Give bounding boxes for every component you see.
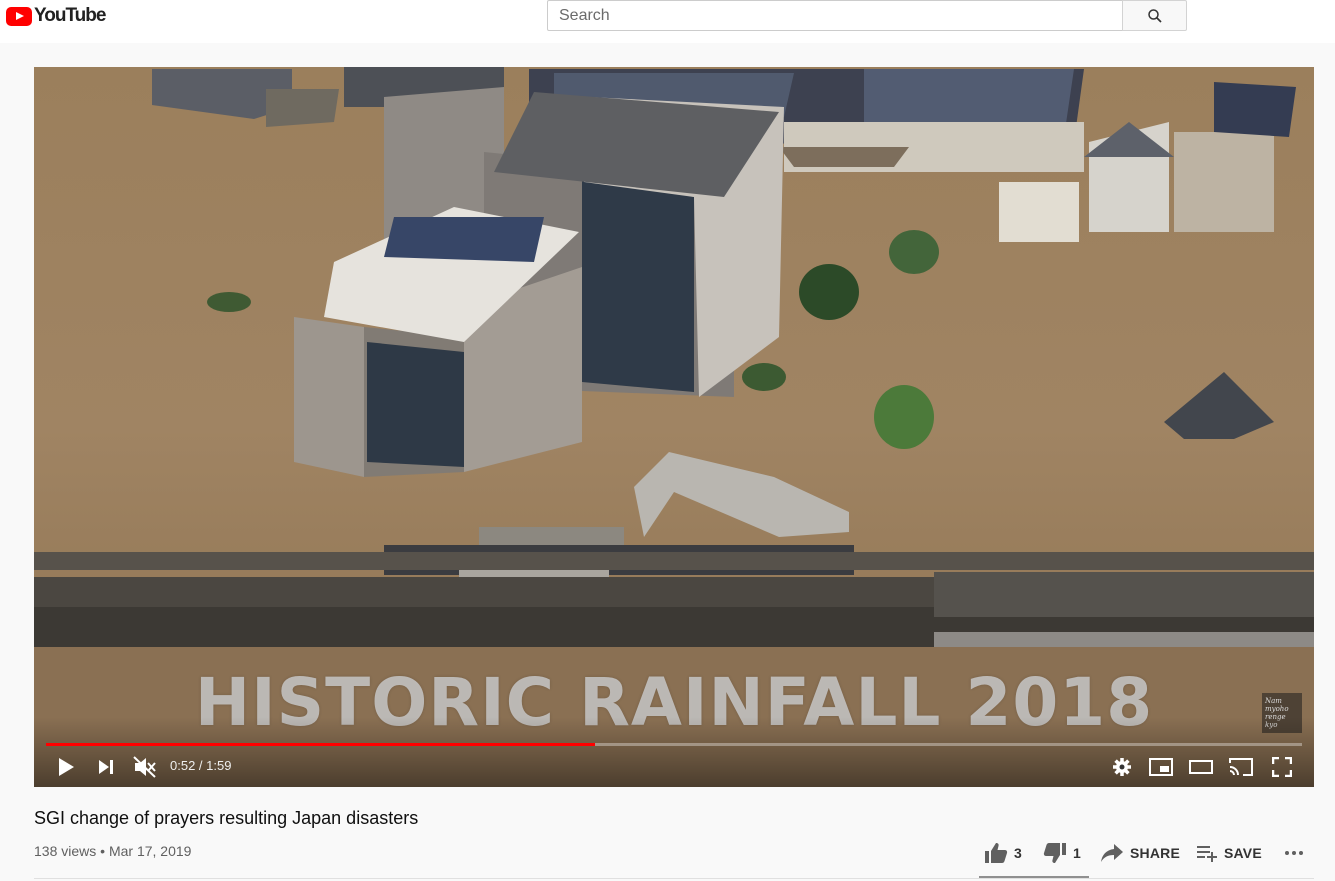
more-icon (1285, 851, 1303, 855)
settings-icon (1113, 758, 1131, 776)
search-button[interactable] (1122, 0, 1187, 31)
logo-text: YouTube (34, 5, 106, 26)
play-icon (59, 758, 74, 776)
share-icon (1101, 844, 1123, 862)
top-bar: YouTube (0, 0, 1335, 43)
more-actions-button[interactable] (1284, 840, 1304, 866)
save-button[interactable]: SAVE (1196, 840, 1262, 866)
video-meta: 138 views • Mar 17, 2019 (34, 843, 191, 859)
progress-fill (46, 743, 595, 746)
video-player[interactable]: HISTORIC RAINFALL 2018 Nam myoho renge k… (34, 67, 1314, 787)
search-input[interactable] (548, 1, 1122, 30)
fullscreen-icon (1272, 757, 1292, 777)
mute-icon (133, 756, 156, 778)
video-title: SGI change of prayers resulting Japan di… (34, 808, 419, 828)
dislike-button[interactable]: 1 (1043, 840, 1081, 866)
view-count: 138 views (34, 843, 97, 859)
miniplayer-button[interactable] (1148, 755, 1174, 779)
meta-separator: • (96, 843, 109, 859)
like-count: 3 (1014, 845, 1022, 861)
time-separator: / (195, 758, 207, 773)
settings-button[interactable] (1110, 755, 1134, 779)
time-display: 0:52 / 1:59 (170, 758, 231, 773)
divider (34, 878, 1314, 879)
thumb-down-icon (1043, 843, 1066, 863)
cast-button[interactable] (1228, 755, 1254, 779)
save-label: SAVE (1224, 845, 1262, 861)
cast-icon (1229, 758, 1253, 776)
dislike-count: 1 (1073, 845, 1081, 861)
theater-icon (1189, 760, 1213, 774)
youtube-logo[interactable]: YouTube (6, 5, 106, 27)
like-button[interactable]: 3 (984, 840, 1022, 866)
playlist-add-icon (1197, 846, 1217, 862)
upload-date: Mar 17, 2019 (108, 843, 192, 859)
play-button[interactable] (54, 755, 78, 779)
share-label: SHARE (1130, 845, 1181, 861)
youtube-logo-icon (6, 6, 32, 26)
time-current: 0:52 (170, 758, 196, 773)
thumb-up-icon (985, 843, 1008, 863)
fullscreen-button[interactable] (1270, 755, 1294, 779)
share-button[interactable]: SHARE (1100, 840, 1180, 866)
theater-button[interactable] (1188, 755, 1214, 779)
next-icon (99, 760, 113, 774)
search-box (547, 0, 1123, 31)
miniplayer-icon (1149, 758, 1173, 776)
time-total: 1:59 (206, 758, 232, 773)
search-icon (1147, 8, 1162, 23)
mute-button[interactable] (132, 755, 158, 779)
progress-bar[interactable] (46, 743, 1302, 746)
next-button[interactable] (94, 755, 118, 779)
